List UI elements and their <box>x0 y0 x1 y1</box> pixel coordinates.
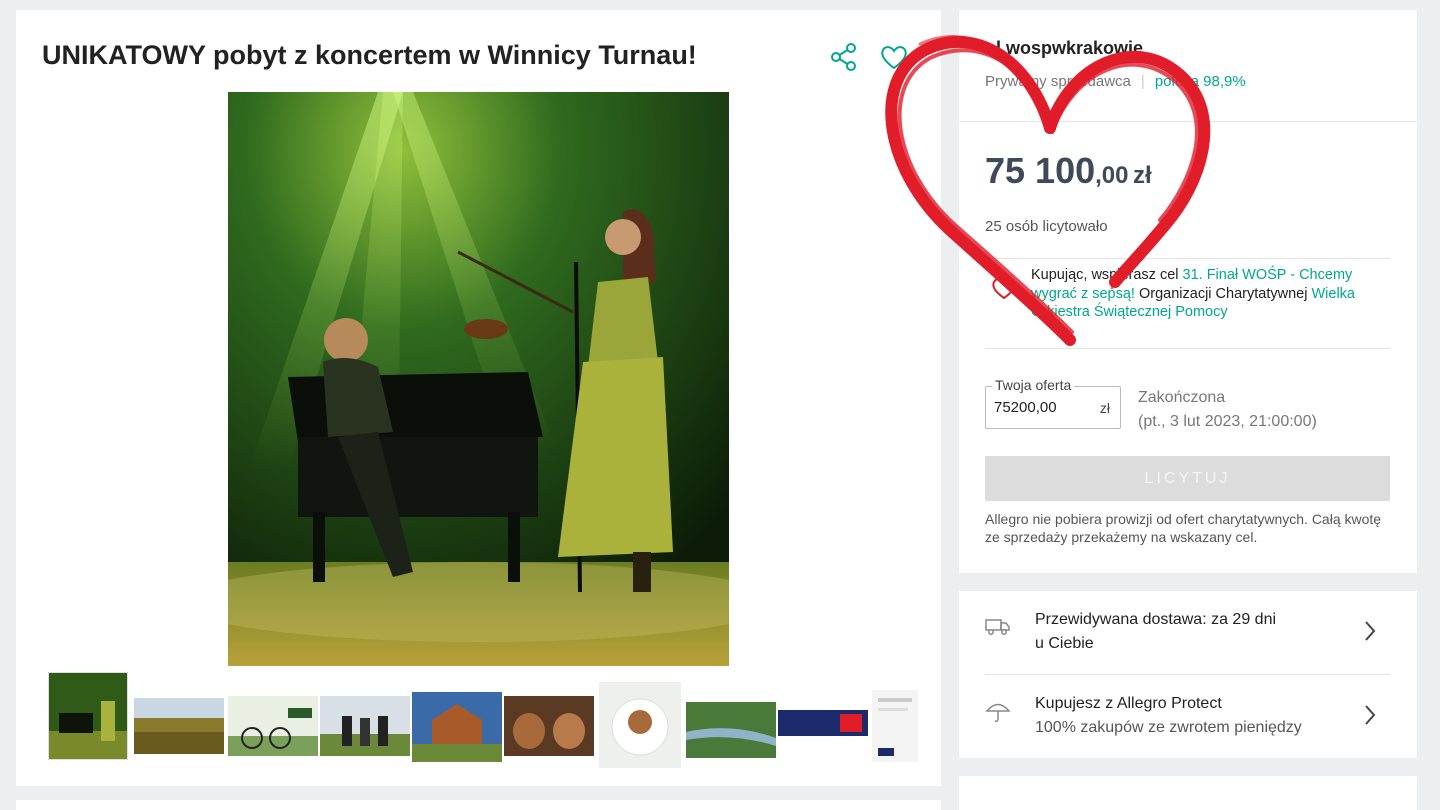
listing-actions <box>827 40 911 74</box>
heart-outline-icon <box>881 46 907 70</box>
bid-button[interactable]: LICYTUJ <box>985 456 1390 501</box>
delivery-line1: Przewidywana dostawa: za 29 dni <box>1035 611 1277 628</box>
auction-status: Zakończona (pt., 3 lut 2023, 21:00:00) <box>1138 386 1317 434</box>
divider <box>985 258 1390 259</box>
thumbnail-barn <box>412 692 502 762</box>
charity-org-prefix: Organizacji Charytatywnej <box>1134 285 1312 302</box>
delivery-line2: u Ciebie <box>1035 635 1094 652</box>
protect-line1: Kupujesz z Allegro Protect <box>1035 695 1222 712</box>
charity-heart-icon <box>991 276 1017 305</box>
charity-prefix: Kupując, wspierasz cel <box>1031 267 1183 283</box>
thumbnail-river <box>686 702 776 758</box>
listing-card: UNIKATOWY pobyt z koncertem w Winnicy Tu… <box>16 10 941 786</box>
thumbnail-poster <box>872 690 918 762</box>
bidders-count: 25 osób licytowało <box>985 218 1108 235</box>
share-icon <box>831 43 856 71</box>
price-currency: zł <box>1132 162 1152 189</box>
divider <box>985 674 1390 675</box>
protect-row[interactable]: Kupujesz z Allegro Protect 100% zakupów … <box>985 692 1390 744</box>
listing-card-lower <box>16 800 941 810</box>
price-whole: 75 100 <box>985 150 1096 191</box>
thumbnail-5[interactable] <box>412 692 502 762</box>
delivery-text: Przewidywana dostawa: za 29 dni u Ciebie <box>1035 608 1276 656</box>
seller-rating[interactable]: poleca 98,9% <box>1155 73 1246 90</box>
protect-line2: 100% zakupów ze zwrotem pieniędzy <box>1035 719 1302 736</box>
thumbnail-banner <box>778 710 868 736</box>
offer-unit: zł <box>1099 400 1110 416</box>
listing-title: UNIKATOWY pobyt z koncertem w Winnicy Tu… <box>42 40 697 70</box>
divider <box>985 348 1390 349</box>
favorite-button[interactable] <box>877 40 911 74</box>
thumbnail-10[interactable] <box>872 690 918 762</box>
thumbnail-3[interactable] <box>228 696 318 756</box>
thumbnail-2[interactable] <box>134 698 224 754</box>
auction-end-date: (pt., 3 lut 2023, 21:00:00) <box>1138 413 1317 430</box>
thumbnail-7[interactable] <box>599 682 681 768</box>
purchase-card: ol wospwkrakowie Prywatny sprzedawca | p… <box>959 10 1417 573</box>
thumbnail-6[interactable] <box>504 696 594 756</box>
bottom-card <box>959 776 1417 810</box>
truck-icon <box>985 619 1010 635</box>
thumbnail-concert <box>49 673 127 759</box>
seller-name[interactable]: ol wospwkrakowie <box>985 38 1143 59</box>
chevron-right-icon <box>1365 705 1376 725</box>
thumbnail-4[interactable] <box>320 696 410 756</box>
offer-label: Twoja oferta <box>992 377 1075 393</box>
umbrella-icon <box>985 703 1011 722</box>
separator: | <box>1140 73 1145 90</box>
share-button[interactable] <box>827 40 861 74</box>
delivery-card: Przewidywana dostawa: za 29 dni u Ciebie… <box>959 591 1417 758</box>
protect-text: Kupujesz z Allegro Protect 100% zakupów … <box>1035 692 1302 740</box>
seller-info: Prywatny sprzedawca | poleca 98,9% <box>985 73 1246 90</box>
thumbnail-group-photo <box>320 696 410 756</box>
commission-note: Allegro nie pobiera prowizji od ofert ch… <box>985 511 1382 545</box>
thumbnail-strip <box>48 672 918 768</box>
offer-input[interactable] <box>994 399 1084 416</box>
thumbnail-bicycle <box>228 696 318 756</box>
price: 75 100,00 zł <box>985 150 1152 192</box>
divider <box>959 121 1417 122</box>
price-fraction: ,00 <box>1095 162 1129 189</box>
offer-field[interactable]: Twoja oferta zł <box>985 377 1121 429</box>
thumbnail-vineyard <box>134 698 224 754</box>
thumbnail-8[interactable] <box>686 702 776 758</box>
charity-text: Kupując, wspierasz cel 31. Finał WOŚP - … <box>1031 266 1381 322</box>
thumbnail-1[interactable] <box>48 672 128 760</box>
thumbnail-cellar <box>504 696 594 756</box>
main-photo[interactable] <box>228 92 729 666</box>
thumbnail-9[interactable] <box>778 710 868 736</box>
concert-photo <box>228 92 729 666</box>
delivery-row[interactable]: Przewidywana dostawa: za 29 dni u Ciebie <box>985 608 1390 660</box>
thumbnail-dish <box>599 682 681 768</box>
auction-ended: Zakończona <box>1138 389 1226 406</box>
seller-type: Prywatny sprzedawca <box>985 73 1131 90</box>
chevron-right-icon <box>1365 621 1376 641</box>
